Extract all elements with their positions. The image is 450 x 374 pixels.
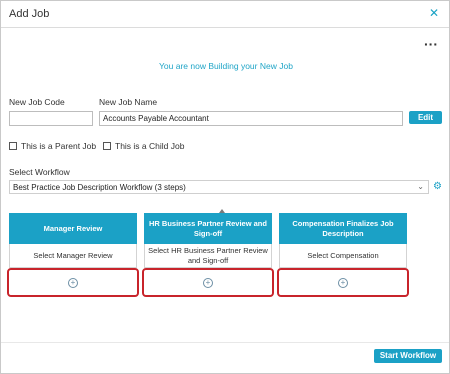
workflow-step-manager-review: Manager Review Select Manager Review + [7, 213, 139, 297]
close-icon[interactable]: ✕ [429, 6, 439, 20]
parent-job-label: This is a Parent Job [21, 141, 97, 151]
step-title: Compensation Finalizes Job Description [279, 213, 407, 244]
child-job-label: This is a Child Job [115, 141, 185, 151]
workflow-label: Select Workflow [9, 167, 70, 177]
step-select-option[interactable]: Select Compensation [279, 244, 407, 268]
add-circle-icon[interactable]: + [68, 277, 78, 288]
step-title: Manager Review [9, 213, 137, 244]
add-job-dialog: Add Job ✕ ··· You are now Building your … [0, 0, 450, 374]
workflow-step-hr-review: HR Business Partner Review and Sign-off … [142, 213, 274, 297]
job-name-label: New Job Name [99, 97, 158, 107]
step-title: HR Business Partner Review and Sign-off [144, 213, 272, 244]
dialog-title: Add Job [9, 8, 50, 20]
child-job-checkbox[interactable]: This is a Child Job [103, 141, 184, 151]
gear-icon[interactable]: ⚙ [433, 181, 442, 192]
step-select-option[interactable]: Select HR Business Partner Review and Si… [144, 244, 272, 268]
step-add-area[interactable]: + [7, 268, 139, 297]
job-name-input[interactable]: Accounts Payable Accountant [99, 111, 403, 126]
parent-job-checkbox-box[interactable] [9, 142, 17, 150]
page-subtitle: You are now Building your New Job [159, 61, 293, 71]
start-workflow-button[interactable]: Start Workflow [374, 349, 442, 363]
step-add-area[interactable]: + [142, 268, 274, 297]
workflow-step-compensation: Compensation Finalizes Job Description S… [277, 213, 409, 297]
workflow-select-value: Best Practice Job Description Workflow (… [13, 183, 186, 192]
job-code-input[interactable] [9, 111, 93, 126]
edit-button[interactable]: Edit [409, 111, 442, 124]
workflow-select[interactable]: Best Practice Job Description Workflow (… [9, 180, 429, 194]
footer-divider [1, 342, 449, 343]
chevron-down-icon: ⌄ [417, 182, 424, 191]
parent-job-checkbox[interactable]: This is a Parent Job [9, 141, 96, 151]
step-add-area[interactable]: + [277, 268, 409, 297]
title-divider [1, 27, 449, 28]
job-code-label: New Job Code [9, 97, 65, 107]
step-select-option[interactable]: Select Manager Review [9, 244, 137, 268]
more-options-icon[interactable]: ··· [424, 37, 438, 51]
add-circle-icon[interactable]: + [203, 277, 213, 288]
child-job-checkbox-box[interactable] [103, 142, 111, 150]
add-circle-icon[interactable]: + [338, 277, 348, 288]
